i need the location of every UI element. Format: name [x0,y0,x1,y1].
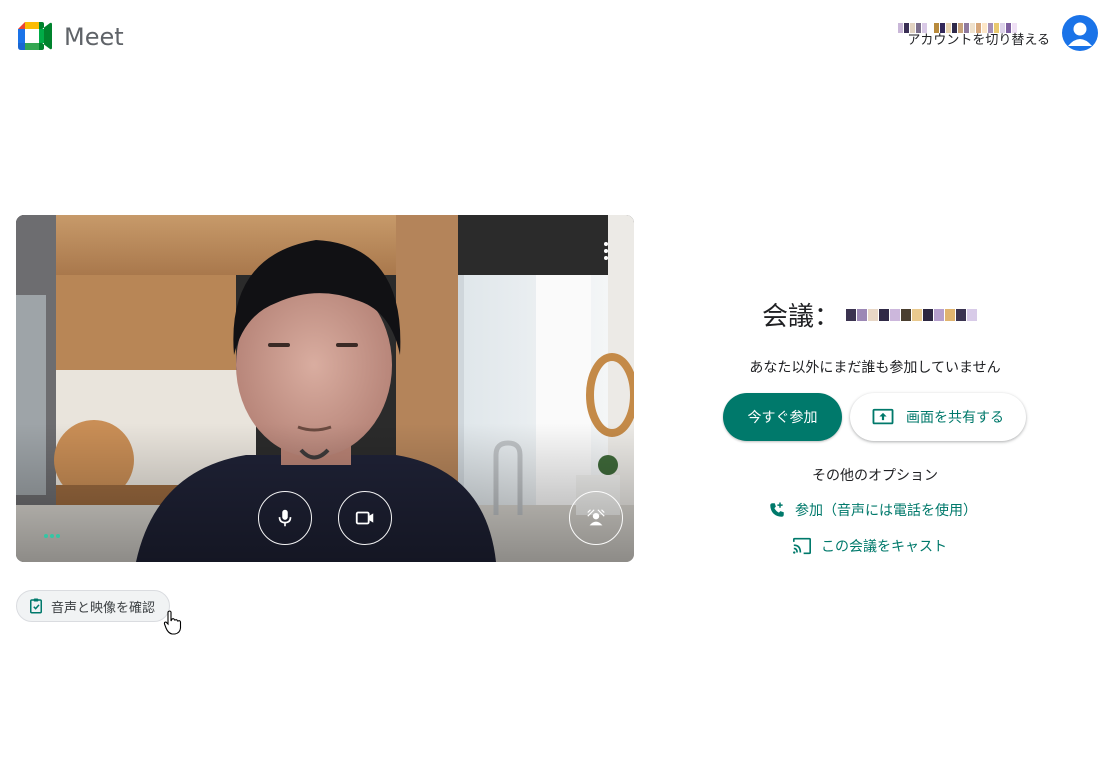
account-avatar[interactable] [1062,15,1098,51]
cast-meeting-label: この会議をキャスト [821,539,947,555]
cast-icon [793,537,811,555]
brand-title: Meet [64,23,124,51]
meet-logo-icon[interactable] [18,22,52,50]
meeting-title-prefix: 会議： [762,302,841,332]
join-with-phone-link[interactable]: 参加（音声には電話を使用） [768,500,977,520]
camera-feed-image [16,215,634,562]
meeting-title: 会議： [762,296,986,333]
background-effects-button[interactable] [569,491,623,545]
other-options-heading: その他のオプション [812,468,938,484]
hand-pointer-cursor-icon [163,610,182,635]
account-name-redacted [898,18,1048,33]
join-now-button[interactable]: 今すぐ参加 [723,393,842,441]
switch-account-link[interactable]: アカウントを切り替える [907,33,1050,49]
microphone-icon [278,509,292,527]
audio-level-indicator [44,534,60,538]
clipboard-check-icon [30,598,42,614]
camera-preview [16,215,634,562]
check-audio-video-label: 音声と映像を確認 [51,600,156,616]
check-audio-video-button[interactable]: 音声と映像を確認 [16,590,171,622]
microphone-toggle-button[interactable] [258,491,312,545]
background-effects-icon [587,509,605,526]
present-screen-label: 画面を共有する [906,410,1004,426]
app-header: Meet アカウントを切り替える [0,0,1114,76]
join-with-phone-label: 参加（音声には電話を使用） [795,503,977,519]
cast-meeting-link[interactable]: この会議をキャスト [792,536,947,556]
present-screen-icon [872,408,894,425]
more-vert-icon [604,242,608,246]
meeting-code-redacted [846,300,986,330]
video-camera-icon [355,511,374,525]
participants-status: あなた以外にまだ誰も参加していません [749,360,1001,376]
phone-add-icon [770,502,784,517]
more-options-button[interactable] [592,237,620,265]
present-screen-button[interactable]: 画面を共有する [850,393,1026,441]
person-icon [1068,22,1092,46]
camera-toggle-button[interactable] [338,491,392,545]
